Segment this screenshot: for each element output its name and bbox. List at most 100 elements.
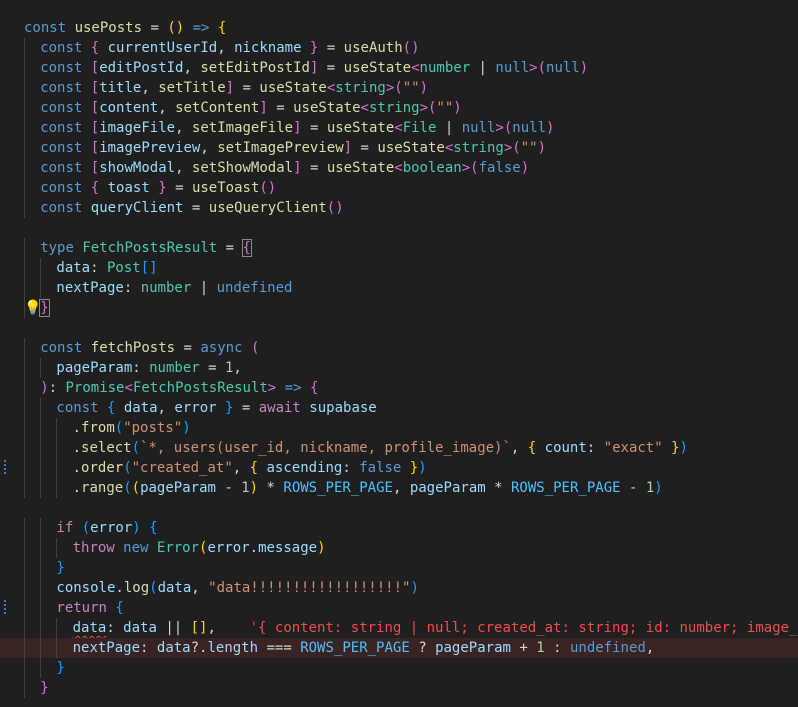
code-token: = [352,140,378,156]
code-token: null [495,60,530,76]
code-token: | [191,280,217,296]
code-line[interactable] [0,318,798,338]
code-token: < [411,60,420,76]
code-line[interactable]: .order("created_at", { ascending: false … [0,458,798,478]
code-line[interactable]: const [editPostId, setEditPostId] = useS… [0,58,798,78]
code-line[interactable] [0,218,798,238]
code-token: imagePreview [99,140,201,156]
code-token: supabase [309,400,377,416]
indent-guide [40,478,42,498]
code-token: log [123,580,150,596]
code-line[interactable]: } [0,658,798,678]
code-text: } [56,658,64,678]
code-token: . [72,480,82,496]
code-token: data [72,620,107,636]
code-line[interactable]: ): Promise<FetchPostsResult> => { [0,378,798,398]
code-line[interactable]: const [showModal, setShowModal] = useSta… [0,158,798,178]
code-token: type [40,240,83,256]
indent-guide [40,598,42,618]
code-line[interactable]: type FetchPostsResult = { [0,238,798,258]
code-line[interactable] [0,498,798,518]
code-token: ?. [190,640,208,656]
code-token: ( [470,160,479,176]
code-token: => [284,380,302,396]
code-line[interactable]: .select(`*, users(user_id, nickname, pro… [0,438,798,458]
code-token: - [620,480,646,496]
code-token: await [258,400,310,416]
code-token: : [48,380,66,396]
code-line[interactable]: const [imagePreview, setImagePreview] = … [0,138,798,158]
code-line[interactable]: const usePosts = () => { [0,18,798,38]
code-token: ) [546,120,555,136]
code-token: const [40,140,91,156]
code-line[interactable]: .from("posts") [0,418,798,438]
code-token: false [478,160,521,176]
code-token: data [56,260,91,276]
code-token: : [140,640,157,656]
code-token: data [156,640,191,656]
code-token: const [40,120,91,136]
code-line[interactable]: const [content, setContent] = useState<s… [0,98,798,118]
code-line[interactable]: } [0,558,798,578]
code-token: - [215,480,242,496]
code-token: , [232,460,250,476]
code-token: data [123,400,158,416]
code-token: , [510,440,528,456]
code-token: ) [40,380,49,396]
code-line[interactable]: if (error) { [0,518,798,538]
code-token: const [40,40,91,56]
code-token: + [510,640,537,656]
code-token: useState [326,120,395,136]
code-line[interactable]: const { data, error } = await supabase [0,398,798,418]
code-editor[interactable]: const usePosts = () => {const { currentU… [0,0,798,707]
code-line[interactable]: nextPage: data?.length === ROWS_PER_PAGE… [0,638,798,658]
code-line[interactable]: const fetchPosts = async ( [0,338,798,358]
indent-guide [24,338,25,358]
code-line[interactable]: nextPage: number | undefined [0,278,798,298]
code-line[interactable]: data: data || [], '{ content: string | n… [0,618,798,638]
code-line[interactable]: const queryClient = useQueryClient() [0,198,798,218]
code-line[interactable]: data: Post[] [0,258,798,278]
indent-guide [24,478,25,498]
code-line[interactable]: const { currentUserId, nickname } = useA… [0,38,798,58]
lightbulb-icon[interactable]: 💡 [24,300,41,316]
modified-line-marker[interactable] [4,460,6,476]
code-token: ) [453,100,462,116]
code-line[interactable]: } 💡 [0,298,798,318]
code-text: const fetchPosts = async ( [40,338,259,358]
code-line[interactable]: .range((pageParam - 1) * ROWS_PER_PAGE, … [0,478,798,498]
code-token: } [56,560,65,576]
code-token: toast [107,180,150,196]
code-line[interactable]: const [title, setTitle] = useState<strin… [0,78,798,98]
code-line[interactable]: const { toast } = useToast() [0,178,798,198]
indent-guide [40,518,42,538]
indent-guide [56,538,58,558]
code-token: const [40,200,91,216]
indent-guide [24,398,25,418]
code-token: > [529,60,538,76]
code-token: ( [114,420,124,436]
code-line[interactable]: throw new Error(error.message) [0,538,798,558]
code-token: undefined [569,640,646,656]
code-token: || [156,620,191,636]
indent-guide [24,418,25,438]
code-token: "data!!!!!!!!!!!!!!!!!!" [208,580,411,596]
code-token: useToast [191,180,260,196]
code-line[interactable]: console.log(data, "data!!!!!!!!!!!!!!!!!… [0,578,798,598]
code-token: currentUserId [107,40,218,56]
code-token: [ [90,120,100,136]
code-token: message [258,540,318,556]
code-token: setEditPostId [200,60,310,76]
code-line[interactable]: pageParam: number = 1, [0,358,798,378]
code-token: "" [520,140,538,156]
modified-line-marker[interactable] [4,600,6,616]
code-text: data: Post[] [56,258,157,278]
code-token: useAuth [343,40,403,56]
code-token: > [495,120,504,136]
code-token: = [199,360,225,376]
indent-guide [40,258,42,278]
code-line[interactable]: return { [0,598,798,618]
code-line[interactable]: const [imageFile, setImageFile] = useSta… [0,118,798,138]
code-line[interactable]: } [0,678,798,698]
indent-guide [24,578,25,598]
